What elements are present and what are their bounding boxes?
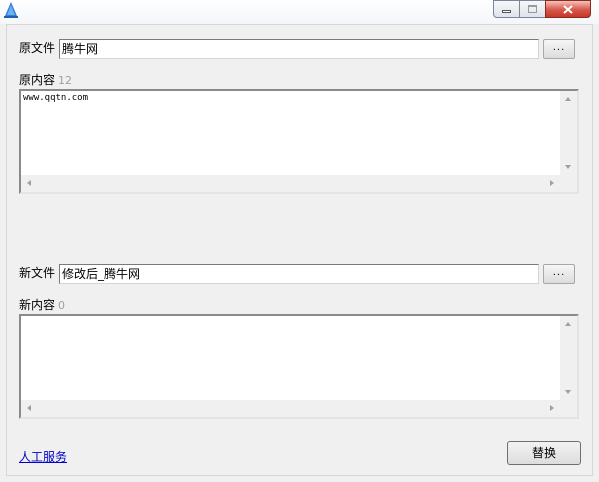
original-horizontal-scrollbar[interactable] <box>21 175 560 192</box>
minimize-button[interactable] <box>493 0 519 18</box>
original-file-label: 原文件 <box>19 41 56 55</box>
service-link[interactable]: 人工服务 <box>19 448 67 465</box>
new-vertical-scrollbar[interactable] <box>560 316 577 400</box>
scroll-right-icon[interactable] <box>550 405 554 411</box>
new-content-textarea[interactable] <box>19 314 579 419</box>
scroll-up-icon[interactable] <box>565 322 571 326</box>
original-vertical-scrollbar[interactable] <box>560 91 577 175</box>
scrollbar-corner <box>560 175 577 192</box>
original-content-count: 12 <box>58 74 73 87</box>
scroll-down-icon[interactable] <box>565 390 571 394</box>
app-icon <box>2 1 20 19</box>
client-area: 原文件 腾牛网 ... 原内容 12 www.qqtn.com 新文件 修改后_腾… <box>6 24 593 476</box>
app-window: 原文件 腾牛网 ... 原内容 12 www.qqtn.com 新文件 修改后_腾… <box>0 0 599 482</box>
title-bar[interactable] <box>0 0 599 24</box>
new-horizontal-scrollbar[interactable] <box>21 400 560 417</box>
close-button[interactable] <box>545 0 591 18</box>
maximize-icon <box>528 5 537 13</box>
scroll-right-icon[interactable] <box>550 180 554 186</box>
close-icon <box>563 4 573 14</box>
new-content-title: 新内容 <box>19 298 56 312</box>
scroll-left-icon[interactable] <box>27 180 31 186</box>
scroll-up-icon[interactable] <box>565 97 571 101</box>
original-content-textarea[interactable]: www.qqtn.com <box>19 89 579 194</box>
original-browse-button[interactable]: ... <box>543 39 575 59</box>
minimize-icon <box>502 10 511 13</box>
new-file-field[interactable]: 修改后_腾牛网 <box>59 264 539 284</box>
new-content-label: 新内容 0 <box>19 296 65 313</box>
original-file-field[interactable]: 腾牛网 <box>59 39 539 59</box>
original-content-title: 原内容 <box>19 73 56 87</box>
scroll-down-icon[interactable] <box>565 165 571 169</box>
new-file-label: 新文件 <box>19 266 56 280</box>
replace-button[interactable]: 替换 <box>507 441 581 465</box>
new-browse-button[interactable]: ... <box>543 264 575 284</box>
scroll-left-icon[interactable] <box>27 405 31 411</box>
scrollbar-corner <box>560 400 577 417</box>
new-content-count: 0 <box>58 299 66 312</box>
caption-buttons <box>493 0 591 18</box>
maximize-button[interactable] <box>519 0 545 18</box>
original-content-label: 原内容 12 <box>19 71 72 88</box>
original-content-text: www.qqtn.com <box>23 93 89 103</box>
